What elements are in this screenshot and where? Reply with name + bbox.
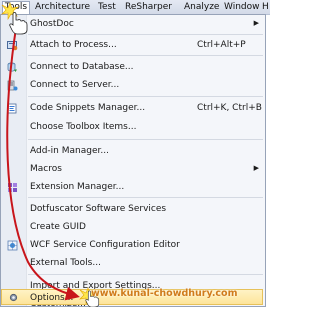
watermark-text: www.kunal-chowdhury.com [91, 288, 238, 299]
annotation-overlay [1, 2, 100, 307]
annotation-arrow [6, 27, 80, 301]
hand-cursor-icon [9, 12, 28, 35]
